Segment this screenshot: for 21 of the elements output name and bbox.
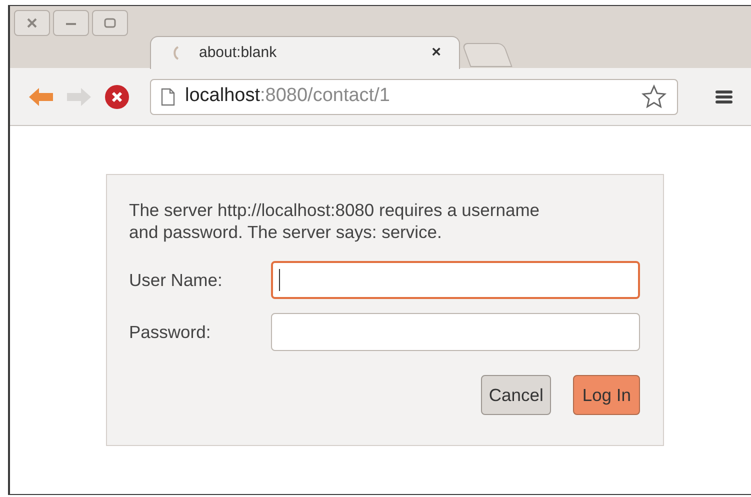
- tab-close-button[interactable]: ×: [432, 41, 441, 65]
- browser-tab[interactable]: about:blank ×: [150, 36, 460, 69]
- page-icon: [161, 88, 175, 106]
- field-label: Password:: [129, 320, 212, 344]
- stop-icon[interactable]: [104, 84, 130, 110]
- cancel-button[interactable]: Cancel: [480, 375, 552, 415]
- maximize-icon[interactable]: [92, 10, 128, 36]
- address-bar[interactable]: localhost:8080/contact/1: [150, 78, 678, 114]
- tab-title: about:blank: [199, 42, 277, 63]
- new-tab-button[interactable]: [462, 43, 512, 67]
- menu-icon[interactable]: [715, 88, 733, 104]
- log-in-button[interactable]: Log In: [573, 375, 640, 415]
- star-icon[interactable]: [641, 84, 667, 110]
- input-field[interactable]: [271, 313, 640, 351]
- input-field[interactable]: [271, 261, 640, 299]
- url-text: localhost:8080/contact/1: [185, 84, 390, 108]
- back-arrow-icon[interactable]: [28, 86, 54, 106]
- close-icon[interactable]: [14, 10, 50, 36]
- minimize-icon[interactable]: [53, 10, 89, 36]
- field-label: User Name:: [129, 268, 224, 292]
- dialog-message: The server http://localhost:8080 requires a username and password. The server says: service.: [129, 199, 540, 243]
